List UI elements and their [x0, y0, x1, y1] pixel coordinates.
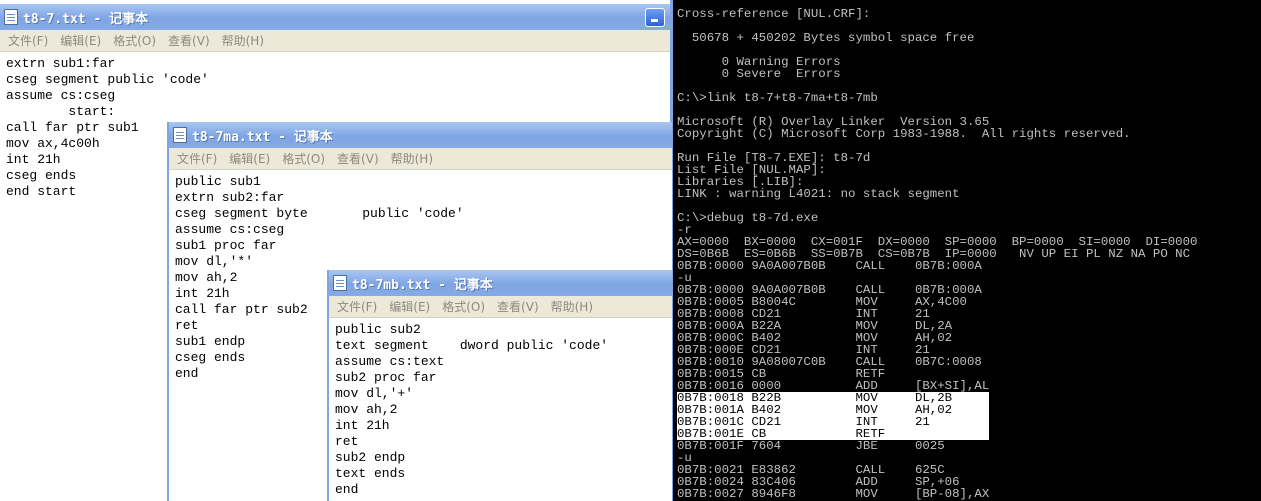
console-line-text: Copyright (C) Microsoft Corp 1983-1988. … — [677, 127, 1131, 141]
console-line: C:\>link t8-7+t8-7ma+t8-7mb — [677, 92, 1198, 104]
console-line-text: 0B7B:0000 9A0A007B0B CALL 0B7B:000A — [677, 259, 982, 273]
menu-file[interactable]: 文件(F) — [8, 32, 48, 49]
text-line: cseg segment public 'code' — [6, 72, 209, 87]
console-line: LINK : warning L4021: no stack segment — [677, 188, 1198, 200]
text-line: end — [335, 482, 359, 497]
text-line: sub1 proc far — [175, 238, 277, 253]
text-line: int 21h — [335, 418, 390, 433]
window-titlebar[interactable]: t8-7.txt - 记事本 — [0, 4, 670, 30]
console-line: 50678 + 450202 Bytes symbol space free — [677, 32, 1198, 44]
text-line: extrn sub2:far — [175, 190, 285, 205]
window-titlebar[interactable]: t8-7mb.txt - 记事本 — [329, 270, 672, 296]
console-line-text: C:\>debug t8-7d.exe — [677, 211, 819, 225]
console-line: 0B7B:0027 8946F8 MOV [BP-08],AX — [677, 488, 1198, 500]
menu-view[interactable]: 查看(V) — [497, 298, 539, 315]
text-line: assume cs:text — [335, 354, 445, 369]
text-line: sub2 endp — [335, 450, 406, 465]
menu-file[interactable]: 文件(F) — [177, 150, 217, 167]
command-prompt-window[interactable]: Cross-reference [NUL.CRF]: 50678 + 45020… — [670, 0, 1261, 501]
window-title: t8-7.txt - 记事本 — [23, 11, 149, 27]
console-line-text: 0B7B:001F 7604 JBE 0025 — [677, 439, 945, 453]
menu-format[interactable]: 格式(O) — [282, 150, 325, 167]
console-line: C:\>debug t8-7d.exe — [677, 212, 1198, 224]
text-line: ret — [335, 434, 359, 449]
window-title: t8-7mb.txt - 记事本 — [352, 277, 493, 293]
notepad-window-t8-7mb[interactable]: t8-7mb.txt - 记事本 文件(F) 编辑(E) 格式(O) 查看(V)… — [327, 270, 672, 501]
text-line: start: — [6, 104, 116, 119]
console-line-text: 0B7B:0027 8946F8 MOV [BP-08],AX — [677, 487, 990, 501]
text-line: sub2 proc far — [335, 370, 437, 385]
menu-edit[interactable]: 编辑(E) — [229, 150, 270, 167]
text-line: mov ah,2 — [335, 402, 398, 417]
text-line: text segment dword public 'code' — [335, 338, 609, 353]
window-title: t8-7ma.txt - 记事本 — [192, 129, 333, 145]
menu-view[interactable]: 查看(V) — [168, 32, 210, 49]
console-line-text: LINK : warning L4021: no stack segment — [677, 187, 960, 201]
console-line: 0B7B:0000 9A0A007B0B CALL 0B7B:000A — [677, 260, 1198, 272]
menu-file[interactable]: 文件(F) — [337, 298, 377, 315]
console-line-text: 0 Severe Errors — [677, 67, 841, 81]
menu-format[interactable]: 格式(O) — [442, 298, 485, 315]
text-editor[interactable]: public sub2 text segment dword public 'co… — [335, 322, 672, 501]
menu-help[interactable]: 帮助(H) — [551, 298, 593, 315]
console-output: Cross-reference [NUL.CRF]: 50678 + 45020… — [677, 8, 1198, 500]
menu-edit[interactable]: 编辑(E) — [60, 32, 101, 49]
window-titlebar[interactable]: t8-7ma.txt - 记事本 — [169, 122, 672, 148]
text-line: cseg segment byte public 'code' — [175, 206, 464, 221]
console-line-text: C:\>link t8-7+t8-7ma+t8-7mb — [677, 91, 878, 105]
text-line: public sub1 — [175, 174, 261, 189]
minimize-button[interactable] — [645, 8, 665, 27]
notepad-icon — [333, 275, 347, 291]
menu-bar: 文件(F) 编辑(E) 格式(O) 查看(V) 帮助(H) — [329, 296, 672, 318]
console-line-text: 50678 + 450202 Bytes symbol space free — [677, 31, 975, 45]
menu-bar: 文件(F) 编辑(E) 格式(O) 查看(V) 帮助(H) — [169, 148, 672, 170]
text-line: mov dl,'*' — [175, 254, 254, 269]
menu-format[interactable]: 格式(O) — [113, 32, 156, 49]
menu-help[interactable]: 帮助(H) — [391, 150, 433, 167]
menu-help[interactable]: 帮助(H) — [222, 32, 264, 49]
notepad-icon — [173, 127, 187, 143]
menu-bar: 文件(F) 编辑(E) 格式(O) 查看(V) 帮助(H) — [0, 30, 670, 52]
text-line: assume cs:cseg — [175, 222, 285, 237]
console-line: Copyright (C) Microsoft Corp 1983-1988. … — [677, 128, 1198, 140]
text-line: public sub2 — [335, 322, 421, 337]
text-line: extrn sub1:far — [6, 56, 116, 71]
text-line: assume cs:cseg — [6, 88, 116, 103]
text-line: mov dl,'+' — [335, 386, 414, 401]
console-line: 0 Severe Errors — [677, 68, 1198, 80]
console-line: 0B7B:001F 7604 JBE 0025 — [677, 440, 1198, 452]
text-line: text ends — [335, 466, 406, 481]
console-line-text: Cross-reference [NUL.CRF]: — [677, 7, 871, 21]
console-line: Cross-reference [NUL.CRF]: — [677, 8, 1198, 20]
menu-edit[interactable]: 编辑(E) — [389, 298, 430, 315]
menu-view[interactable]: 查看(V) — [337, 150, 379, 167]
notepad-icon — [4, 9, 18, 25]
